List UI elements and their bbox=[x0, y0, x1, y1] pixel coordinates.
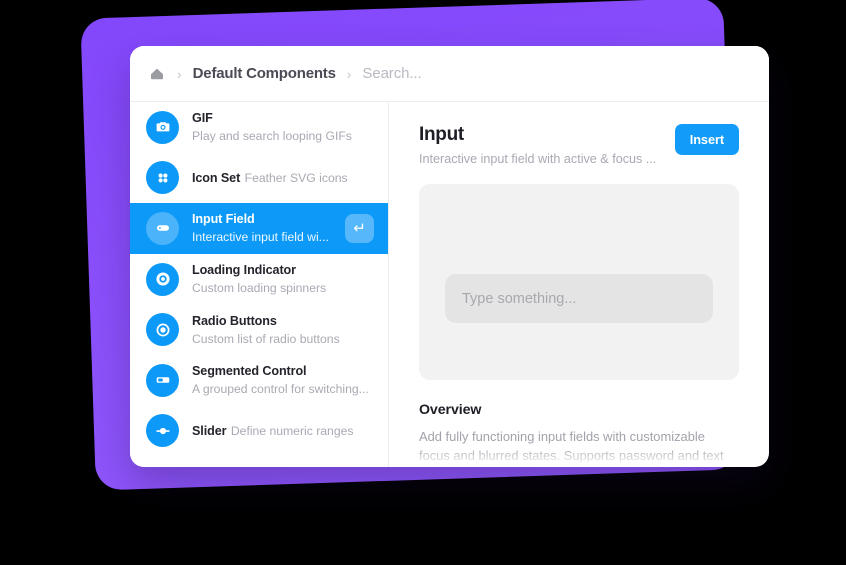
home-icon[interactable] bbox=[148, 65, 166, 83]
search-input[interactable]: Search... bbox=[362, 65, 421, 82]
sidebar-item-title: Radio Buttons bbox=[192, 313, 277, 328]
camera-icon bbox=[146, 110, 179, 144]
sidebar-item-subtitle: Define numeric ranges bbox=[230, 423, 354, 438]
enter-key-badge[interactable]: ↵ bbox=[345, 213, 374, 243]
sidebar-item-title: Loading Indicator bbox=[192, 263, 296, 278]
sidebar-item-subtitle: Play and search looping GIFs bbox=[192, 129, 352, 144]
sidebar-item-title: Icon Set bbox=[192, 170, 241, 185]
window-body: GIF Play and search looping GIFs Icon Se… bbox=[130, 102, 769, 467]
sidebar-item-subtitle: Custom list of radio buttons bbox=[192, 331, 340, 346]
component-preview-canvas bbox=[419, 183, 739, 380]
sidebar-item-subtitle: A grouped control for switching... bbox=[192, 382, 369, 397]
sidebar-item-title: Slider bbox=[192, 423, 227, 438]
overview-text: Add fully functioning input fields with … bbox=[419, 428, 724, 463]
sidebar-item-text: Radio Buttons Custom list of radio butto… bbox=[192, 312, 374, 348]
detail-header: Input Interactive input field with activ… bbox=[419, 124, 739, 166]
sidebar-item-subtitle: Feather SVG icons bbox=[244, 170, 348, 185]
sidebar-item-text: Input Field Interactive input field wi..… bbox=[192, 210, 332, 246]
radio-button-icon bbox=[146, 313, 179, 347]
sidebar-item-title: GIF bbox=[192, 111, 213, 126]
page-title: Input bbox=[419, 124, 464, 145]
sidebar-item-icon-set[interactable]: Icon Set Feather SVG icons bbox=[130, 153, 388, 204]
sidebar-item-input-field[interactable]: Input Field Interactive input field wi..… bbox=[130, 203, 388, 254]
sidebar-item-text: Loading Indicator Custom loading spinner… bbox=[192, 261, 374, 297]
sidebar-item-text: Slider Define numeric ranges bbox=[192, 422, 374, 440]
sidebar-item-text: GIF Play and search looping GIFs bbox=[192, 109, 374, 145]
sidebar-item-text: Segmented Control A grouped control for … bbox=[192, 362, 374, 398]
breadcrumb-bar: › Default Components › Search... bbox=[130, 46, 769, 102]
sidebar-item-segmented-control[interactable]: Segmented Control A grouped control for … bbox=[130, 355, 388, 406]
breadcrumb-separator-2: › bbox=[346, 65, 352, 82]
sidebar-item-gif[interactable]: GIF Play and search looping GIFs bbox=[130, 102, 388, 153]
input-field-icon bbox=[146, 211, 179, 245]
app-window: › Default Components › Search... GIF Pla… bbox=[130, 46, 769, 467]
sidebar-item-title: Input Field bbox=[192, 212, 255, 227]
sidebar-item-slider[interactable]: Slider Define numeric ranges bbox=[130, 406, 388, 457]
grid-dots-icon bbox=[146, 161, 179, 195]
sidebar-item-subtitle: Interactive input field wi... bbox=[192, 230, 329, 245]
breadcrumb-separator-1: › bbox=[177, 65, 182, 82]
component-detail-panel: Input Interactive input field with activ… bbox=[389, 102, 769, 467]
sidebar-item-loading-indicator[interactable]: Loading Indicator Custom loading spinner… bbox=[130, 254, 388, 305]
screenshot-stage: › Default Components › Search... GIF Pla… bbox=[0, 0, 846, 565]
insert-button[interactable]: Insert bbox=[674, 124, 739, 155]
component-list-sidebar[interactable]: GIF Play and search looping GIFs Icon Se… bbox=[130, 102, 389, 467]
preview-text-input[interactable] bbox=[445, 274, 713, 324]
sidebar-item-text: Icon Set Feather SVG icons bbox=[192, 169, 374, 187]
overview-heading: Overview bbox=[419, 401, 482, 418]
sidebar-item-title: Segmented Control bbox=[192, 364, 307, 379]
spinner-ring-icon bbox=[146, 262, 179, 296]
slider-icon bbox=[146, 414, 179, 448]
sidebar-item-radio-buttons[interactable]: Radio Buttons Custom list of radio butto… bbox=[130, 304, 388, 355]
detail-header-text: Input Interactive input field with activ… bbox=[419, 124, 656, 166]
segmented-control-icon bbox=[146, 363, 179, 397]
page-subtitle: Interactive input field with active & fo… bbox=[419, 151, 657, 166]
sidebar-item-subtitle: Custom loading spinners bbox=[192, 281, 327, 296]
breadcrumb-title[interactable]: Default Components bbox=[193, 65, 336, 82]
